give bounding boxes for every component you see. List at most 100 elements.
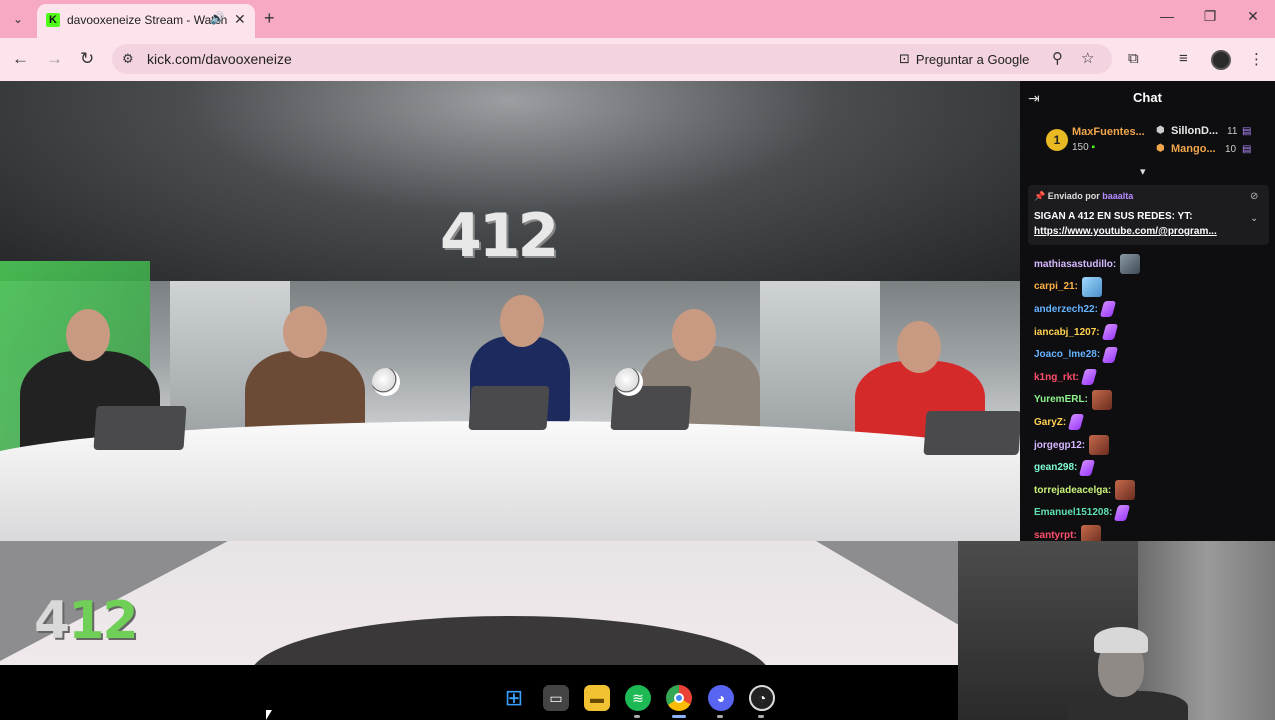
chat-username[interactable]: k1ng_rkt: [1034, 372, 1079, 383]
webcam-overlay [958, 541, 1275, 720]
forward-arrow-icon[interactable]: → [46, 49, 63, 69]
host-head [897, 321, 941, 373]
back-arrow-icon[interactable]: ← [12, 49, 29, 69]
sent-by-user[interactable]: baaalta [1102, 191, 1133, 201]
host-head [283, 306, 327, 358]
laptop [468, 386, 550, 430]
chat-message[interactable]: mathiasastudillo: [1034, 253, 1269, 276]
profile-avatar[interactable] [1211, 50, 1231, 70]
gift-leaderboard: 1 MaxFuentes... 150 ▪ ⬢ SillonD... 11 ▤ … [1020, 117, 1275, 167]
new-tab-icon[interactable]: + [264, 8, 275, 29]
chat-title: Chat [1133, 90, 1162, 105]
ask-google-button[interactable]: ⊡ Preguntar a Google [893, 47, 1035, 71]
chat-username[interactable]: YuremERL: [1034, 394, 1088, 405]
emote-icon [1101, 324, 1118, 341]
spotify-icon[interactable]: ≋ [625, 685, 651, 711]
emote-icon [1068, 414, 1085, 431]
studio-logo: 412 [440, 201, 559, 271]
chat-username[interactable]: carpi_21: [1034, 281, 1078, 292]
chat-username[interactable]: Emanuel151208: [1034, 507, 1112, 518]
chat-message[interactable]: anderzech22: [1034, 298, 1269, 321]
browser-toolbar: ← → ↻ ⚙ kick.com/davooxeneize ⊡ Pregunta… [0, 38, 1275, 81]
emote-icon [1115, 480, 1136, 501]
pinned-message[interactable]: 📌 Enviado por baaalta ⊘ ⌄ SIGAN A 412 EN… [1028, 185, 1269, 245]
chat-username[interactable]: mathiasastudillo: [1034, 259, 1116, 270]
chat-username[interactable]: GaryZ: [1034, 417, 1066, 428]
extensions-icon[interactable]: ⧉ [1128, 50, 1139, 67]
sent-by-label: Enviado por [1047, 191, 1100, 201]
windows-taskbar: ⊞ ▭ ▬ ≋ ◕ ◔ [0, 665, 958, 720]
sub-icon: ▤ [1242, 144, 1252, 155]
chat-message[interactable]: Emanuel151208: [1034, 502, 1269, 525]
webcam-cap [1094, 627, 1148, 653]
chat-message[interactable]: GaryZ: [1034, 411, 1269, 434]
running-indicator [634, 715, 640, 718]
media-control-icon[interactable]: ≡ [1179, 50, 1188, 67]
chat-message[interactable]: carpi_21: [1034, 276, 1269, 299]
chat-username[interactable]: torrejadeacelga: [1034, 485, 1111, 496]
address-bar[interactable]: ⚙ kick.com/davooxeneize ⊡ Preguntar a Go… [112, 44, 1112, 74]
chat-message[interactable]: Joaco_lme28: [1034, 343, 1269, 366]
close-tab-icon[interactable]: ✕ [234, 11, 246, 28]
corner-logo-left: 4 [34, 591, 70, 651]
reload-icon[interactable]: ↻ [80, 49, 94, 69]
sub-icon: ▤ [1242, 126, 1252, 137]
chat-username[interactable]: iancabj_1207: [1034, 327, 1100, 338]
unpin-icon[interactable]: ⊘ [1250, 191, 1258, 202]
tab-search-chevron-icon[interactable]: ⌄ [6, 8, 30, 30]
more-menu-icon[interactable]: ⋮ [1249, 50, 1264, 68]
chat-username[interactable]: jorgegp12: [1034, 440, 1085, 451]
task-view-icon[interactable]: ▭ [543, 685, 569, 711]
zoom-icon[interactable]: ⚲ [1052, 49, 1063, 67]
google-lens-icon: ⊡ [899, 51, 910, 66]
chevron-down-icon[interactable]: ⌄ [1250, 213, 1258, 224]
running-indicator [717, 715, 723, 718]
obs-icon[interactable]: ◔ [749, 685, 775, 711]
emote-icon [1114, 504, 1131, 521]
laptop [923, 411, 1020, 455]
tab-title: davooxeneize Stream - Watch [67, 13, 228, 27]
pin-icon: 📌 [1034, 191, 1046, 201]
chat-username[interactable]: anderzech22: [1034, 304, 1098, 315]
bookmark-star-icon[interactable]: ☆ [1081, 49, 1094, 67]
chrome-icon[interactable] [666, 685, 692, 711]
file-explorer-icon[interactable]: ▬ [584, 685, 610, 711]
emote-icon [1099, 301, 1117, 318]
ask-google-label: Preguntar a Google [915, 51, 1030, 67]
url-text[interactable]: kick.com/davooxeneize [147, 51, 292, 67]
chat-message[interactable]: gean298: [1034, 456, 1269, 479]
chat-message[interactable]: k1ng_rkt: [1034, 366, 1269, 389]
browser-tab[interactable]: K davooxeneize Stream - Watch 🔊 ✕ [37, 4, 255, 38]
windows-start-icon[interactable]: ⊞ [501, 685, 527, 711]
chat-messages: mathiasastudillo: carpi_21: anderzech22: ia… [1034, 253, 1269, 541]
chat-message[interactable]: jorgegp12: [1034, 434, 1269, 457]
expand-leaderboard-icon[interactable]: ▾ [1140, 165, 1146, 178]
restore-icon[interactable]: ❐ [1200, 8, 1220, 25]
chat-username[interactable]: santyrpt: [1034, 530, 1077, 541]
tab-strip: ⌄ K davooxeneize Stream - Watch 🔊 ✕ + — … [0, 0, 1275, 38]
pinned-text: SIGAN A 412 EN SUS REDES: YT: https://ww… [1034, 209, 1239, 239]
chat-message[interactable]: torrejadeacelga: [1034, 479, 1269, 502]
site-settings-icon[interactable]: ⚙ [122, 51, 134, 67]
emote-icon [1102, 346, 1119, 363]
running-indicator [758, 715, 764, 718]
stream-video[interactable]: 412 412 [0, 81, 1020, 665]
chat-username[interactable]: Joaco_lme28: [1034, 349, 1100, 360]
emote-icon [1091, 389, 1112, 410]
leader-name[interactable]: MaxFuentes... [1072, 126, 1144, 138]
discord-icon[interactable]: ◕ [708, 685, 734, 711]
leader-value: 10 [1225, 144, 1237, 155]
kick-logo-icon: K [46, 13, 60, 27]
corner-logo: 412 [34, 591, 139, 651]
minimize-icon[interactable]: — [1157, 8, 1177, 24]
chat-username[interactable]: gean298: [1034, 462, 1077, 473]
host-head [672, 309, 716, 361]
pinned-link[interactable]: https://www.youtube.com/@program... [1034, 224, 1239, 239]
chat-message[interactable]: YuremERL: [1034, 389, 1269, 412]
chat-message[interactable]: iancabj_1207: [1034, 321, 1269, 344]
speaker-icon[interactable]: 🔊 [210, 11, 225, 25]
leader-value: 150 ▪ [1072, 142, 1095, 153]
chat-message[interactable]: santyrpt: [1034, 524, 1269, 541]
host-head [500, 295, 544, 347]
close-window-icon[interactable]: ✕ [1243, 8, 1263, 25]
